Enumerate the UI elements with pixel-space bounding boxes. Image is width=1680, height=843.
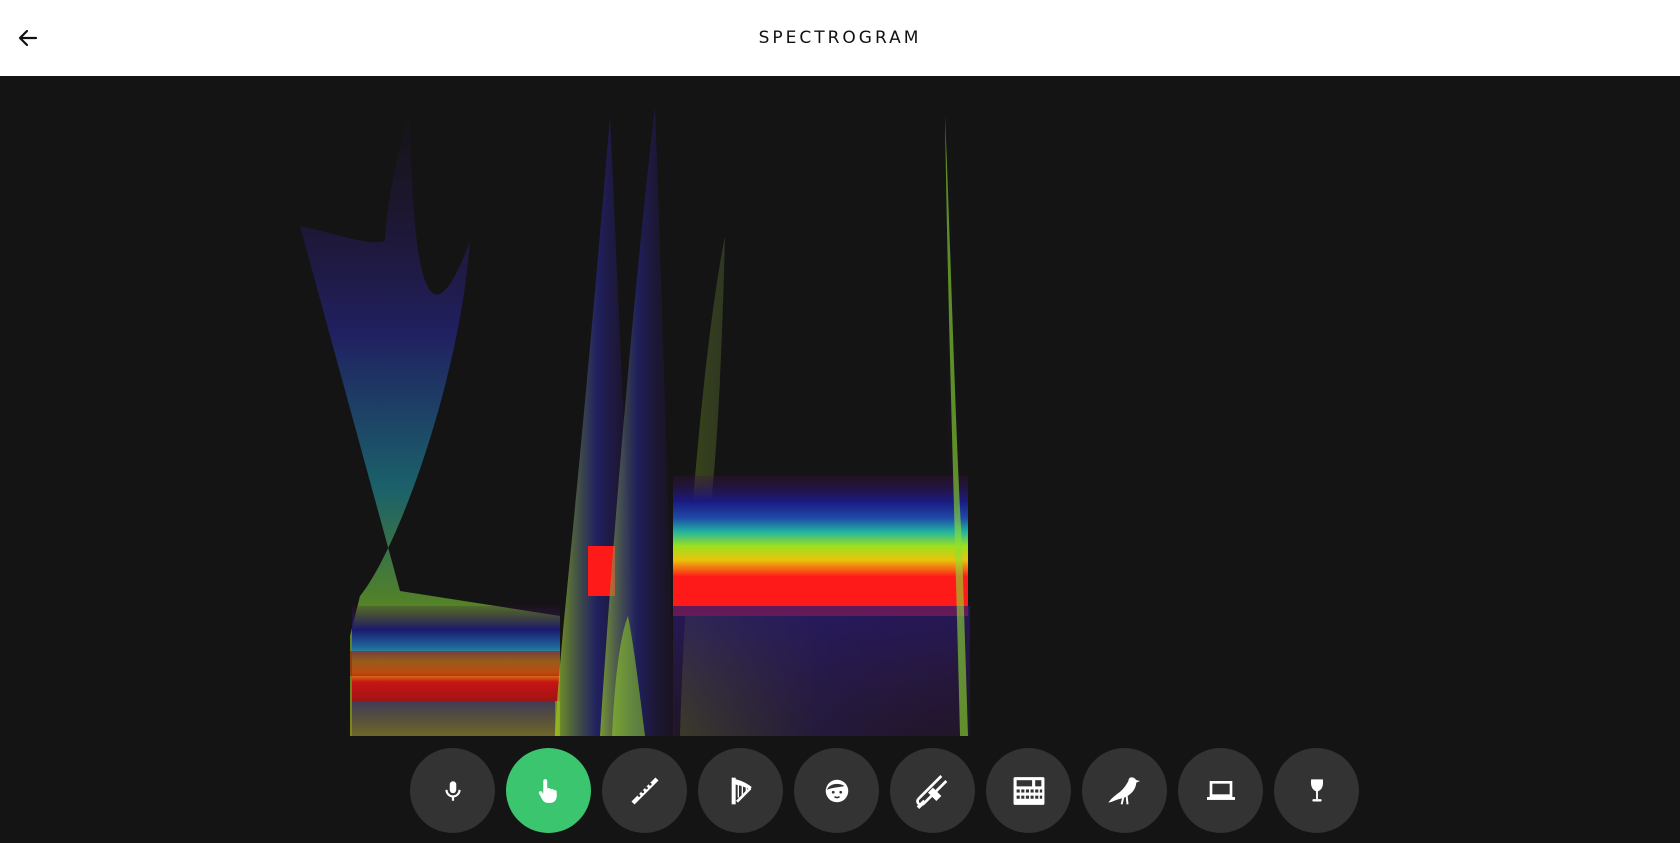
spectrogram-canvas[interactable] xyxy=(0,76,1680,736)
touch-button[interactable] xyxy=(506,748,591,833)
face-icon xyxy=(825,779,848,802)
microphone-button[interactable] xyxy=(410,748,495,833)
voice-button[interactable] xyxy=(794,748,879,833)
instrument-toolbar xyxy=(0,736,1680,843)
microphone-icon xyxy=(444,780,461,801)
computer-button[interactable] xyxy=(1178,748,1263,833)
trombone-button[interactable] xyxy=(890,748,975,833)
flute-icon xyxy=(631,777,658,804)
bird-icon xyxy=(1107,776,1140,805)
back-button[interactable] xyxy=(8,18,48,58)
arrow-left-icon xyxy=(18,29,38,47)
flute-button[interactable] xyxy=(602,748,687,833)
wine-glass-button[interactable] xyxy=(1274,748,1359,833)
top-bar: SPECTROGRAM xyxy=(0,0,1680,76)
bird-button[interactable] xyxy=(1082,748,1167,833)
drum-machine-button[interactable] xyxy=(986,748,1071,833)
laptop-icon xyxy=(1206,780,1235,800)
harp-icon xyxy=(731,777,752,804)
drum-machine-icon xyxy=(1013,776,1044,805)
trombone-icon xyxy=(915,774,947,809)
spectrogram-visual xyxy=(300,106,970,736)
wine-glass-icon xyxy=(1310,778,1323,801)
harp-button[interactable] xyxy=(698,748,783,833)
page-title: SPECTROGRAM xyxy=(758,28,922,48)
pointing-hand-icon xyxy=(538,778,557,803)
